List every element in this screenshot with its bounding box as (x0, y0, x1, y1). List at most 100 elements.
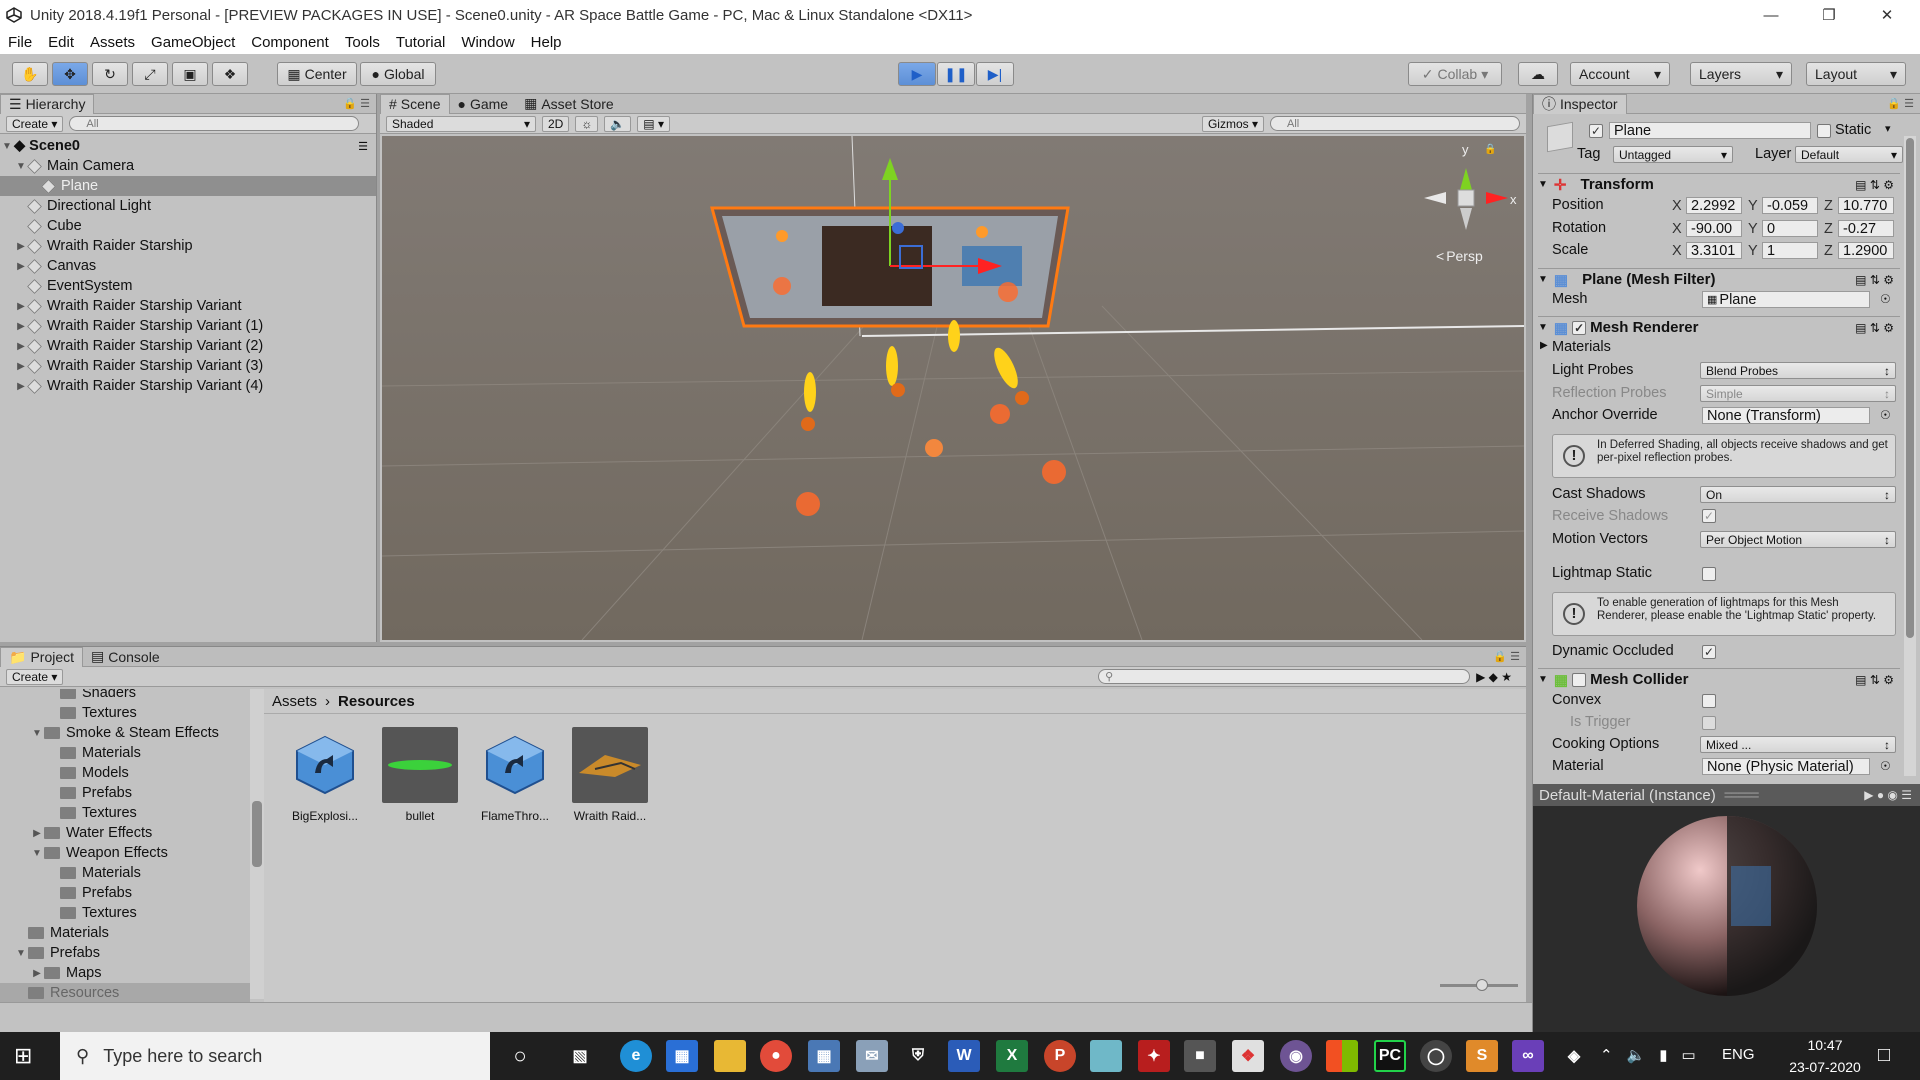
office-icon[interactable] (1326, 1040, 1358, 1072)
axis-x-label[interactable]: X (1672, 243, 1682, 259)
zoom-slider-thumb[interactable] (1476, 979, 1488, 991)
position-y-field[interactable]: -0.059 (1762, 197, 1818, 214)
object-picker-icon[interactable]: ☉ (1880, 759, 1891, 773)
battery-icon[interactable]: ▮ (1659, 1046, 1667, 1064)
project-folder-item[interactable]: ▼ Smoke & Steam Effects (0, 723, 250, 743)
powerpoint-icon[interactable]: P (1044, 1040, 1076, 1072)
cloud-button[interactable]: ☁ (1518, 62, 1558, 86)
scale-y-field[interactable]: 1 (1762, 242, 1818, 259)
windows-start-icon[interactable]: ⊞ (14, 1044, 46, 1068)
expand-arrow-icon[interactable]: ▼ (14, 948, 28, 959)
project-folder-item[interactable]: Materials (0, 743, 250, 763)
object-picker-icon[interactable]: ☉ (1880, 408, 1891, 422)
asset-item[interactable]: Wraith Raid... (570, 727, 650, 823)
mesh-renderer-header[interactable]: ▼ ▦ ✓ Mesh Renderer ▤ ⇅ ⚙ (1538, 316, 1900, 338)
menu-edit[interactable]: Edit (40, 34, 82, 51)
tag-dropdown[interactable]: Untagged ▾ (1613, 146, 1733, 163)
material-preview[interactable] (1533, 806, 1920, 1032)
zoom-slider[interactable] (1440, 979, 1518, 991)
system-tray[interactable]: ⌃ 🔈 ▮ ▭ (1600, 1046, 1696, 1064)
position-z-field[interactable]: 10.770 (1838, 197, 1894, 214)
component-settings-icon[interactable]: ▤ ⇅ ⚙ (1855, 673, 1894, 687)
project-folder-item[interactable]: Shaders (0, 689, 250, 703)
clock[interactable]: 10:47 23-07-2020 (1780, 1034, 1870, 1078)
filter-icons[interactable]: ▶ ◆ ★ (1476, 670, 1512, 684)
breadcrumb-assets[interactable]: Assets (272, 693, 317, 710)
acrobat-icon[interactable]: ✦ (1138, 1040, 1170, 1072)
project-folder-item[interactable]: Materials (0, 923, 250, 943)
hierarchy-item[interactable]: ▶ Wraith Raider Starship Variant (2) (0, 336, 376, 356)
project-folder-item[interactable]: ▼ Weapon Effects (0, 843, 250, 863)
expand-arrow-icon[interactable]: ▼ (30, 848, 44, 859)
rotate-tool-button[interactable]: ↻ (92, 62, 128, 86)
project-create-button[interactable]: Create ▾ (6, 668, 64, 685)
rect-tool-button[interactable]: ▣ (172, 62, 208, 86)
motion-vectors-dropdown[interactable]: Per Object Motion ↕ (1700, 531, 1896, 548)
menu-assets[interactable]: Assets (82, 34, 143, 51)
hierarchy-item[interactable]: ▶ Wraith Raider Starship Variant (4) (0, 376, 376, 396)
security-icon[interactable]: ⛨ (902, 1040, 934, 1072)
pivot-global-button[interactable]: ● Global (360, 62, 436, 86)
close-button[interactable]: ✕ (1858, 0, 1916, 30)
asset-item[interactable]: bullet (380, 727, 460, 823)
scale-z-field[interactable]: 1.2900 (1838, 242, 1894, 259)
calculator-icon[interactable]: ▦ (808, 1040, 840, 1072)
notepad-icon[interactable] (1090, 1040, 1122, 1072)
expand-arrow-icon[interactable]: ▼ (0, 141, 14, 152)
axis-x-label[interactable]: X (1672, 221, 1682, 237)
tab-game[interactable]: ● Game (450, 94, 517, 114)
notifications-icon[interactable]: □ (1878, 1044, 1890, 1067)
cortana-icon[interactable]: ○ (504, 1040, 536, 1072)
project-folder-item[interactable]: ▼ Prefabs (0, 943, 250, 963)
preview-controls-icon[interactable]: ▶ ● ◉ ☰ (1864, 788, 1912, 802)
scene-viewport[interactable]: y x 🔒 < Persp (381, 135, 1525, 641)
panel-menu-icon[interactable]: 🔒 ☰ (1887, 97, 1914, 110)
mesh-collider-enabled-checkbox[interactable] (1572, 672, 1587, 687)
hierarchy-item[interactable]: Cube (0, 216, 376, 236)
step-button[interactable]: ▶| (976, 62, 1014, 86)
hierarchy-search-input[interactable]: All (69, 116, 360, 131)
scene-search-input[interactable]: All (1270, 116, 1520, 131)
hierarchy-item[interactable]: ▶ Wraith Raider Starship (0, 236, 376, 256)
collapsed-arrow-icon[interactable]: ▶ (30, 968, 44, 979)
word-icon[interactable]: W (948, 1040, 980, 1072)
preview-header[interactable]: Default-Material (Instance) ===== ▶ ● ◉ … (1533, 784, 1920, 806)
menu-tools[interactable]: Tools (337, 34, 388, 51)
drag-handle-icon[interactable]: ===== (1724, 787, 1760, 804)
dynamic-occluded-checkbox[interactable]: ✓ (1702, 645, 1716, 659)
collab-button[interactable]: ✓ Collab ▾ (1408, 62, 1502, 86)
project-folder-item[interactable]: Textures (0, 703, 250, 723)
chrome-icon[interactable]: ● (760, 1040, 792, 1072)
task-view-icon[interactable]: ▧ (564, 1040, 596, 1072)
mesh-renderer-enabled-checkbox[interactable]: ✓ (1572, 320, 1587, 335)
transform-header[interactable]: ▼ ✛ Transform ▤ ⇅ ⚙ (1538, 173, 1900, 195)
pycharm-icon[interactable]: PC (1374, 1040, 1406, 1072)
language-indicator[interactable]: ENG (1722, 1046, 1755, 1063)
component-settings-icon[interactable]: ▤ ⇅ ⚙ (1855, 273, 1894, 287)
light-probes-dropdown[interactable]: Blend Probes ↕ (1700, 362, 1896, 379)
inspector-scrollbar[interactable] (1904, 136, 1916, 776)
network-icon[interactable]: ▭ (1682, 1046, 1696, 1064)
explorer-icon[interactable] (714, 1040, 746, 1072)
active-checkbox[interactable]: ✓ (1589, 124, 1603, 138)
lock-icon[interactable]: 🔒 (1484, 144, 1496, 155)
hierarchy-item[interactable]: ▶ Wraith Raider Starship Variant (1) (0, 316, 376, 336)
axis-z-label[interactable]: Z (1824, 221, 1833, 237)
rotation-z-field[interactable]: -0.27 (1838, 220, 1894, 237)
chevron-down-icon[interactable]: ▾ (1885, 122, 1891, 135)
project-folder-item[interactable]: Models (0, 763, 250, 783)
play-button[interactable]: ▶ (898, 62, 936, 86)
axis-z-label[interactable]: Z (1824, 198, 1833, 214)
project-folder-item[interactable]: ▶ Maps (0, 963, 250, 983)
edge-icon[interactable]: e (620, 1040, 652, 1072)
scale-x-field[interactable]: 3.3101 (1686, 242, 1742, 259)
project-tree-scroll-thumb[interactable] (252, 801, 262, 867)
inspector-scroll-thumb[interactable] (1906, 138, 1914, 638)
project-folder-item[interactable]: Textures (0, 903, 250, 923)
axis-y-label[interactable]: Y (1748, 243, 1758, 259)
transform-tool-button[interactable]: ❖ (212, 62, 248, 86)
mesh-field[interactable]: ▦ Plane (1702, 291, 1870, 308)
breadcrumb-resources[interactable]: Resources (338, 693, 415, 710)
visual-studio-icon[interactable]: ∞ (1512, 1040, 1544, 1072)
convex-checkbox[interactable] (1702, 694, 1716, 708)
